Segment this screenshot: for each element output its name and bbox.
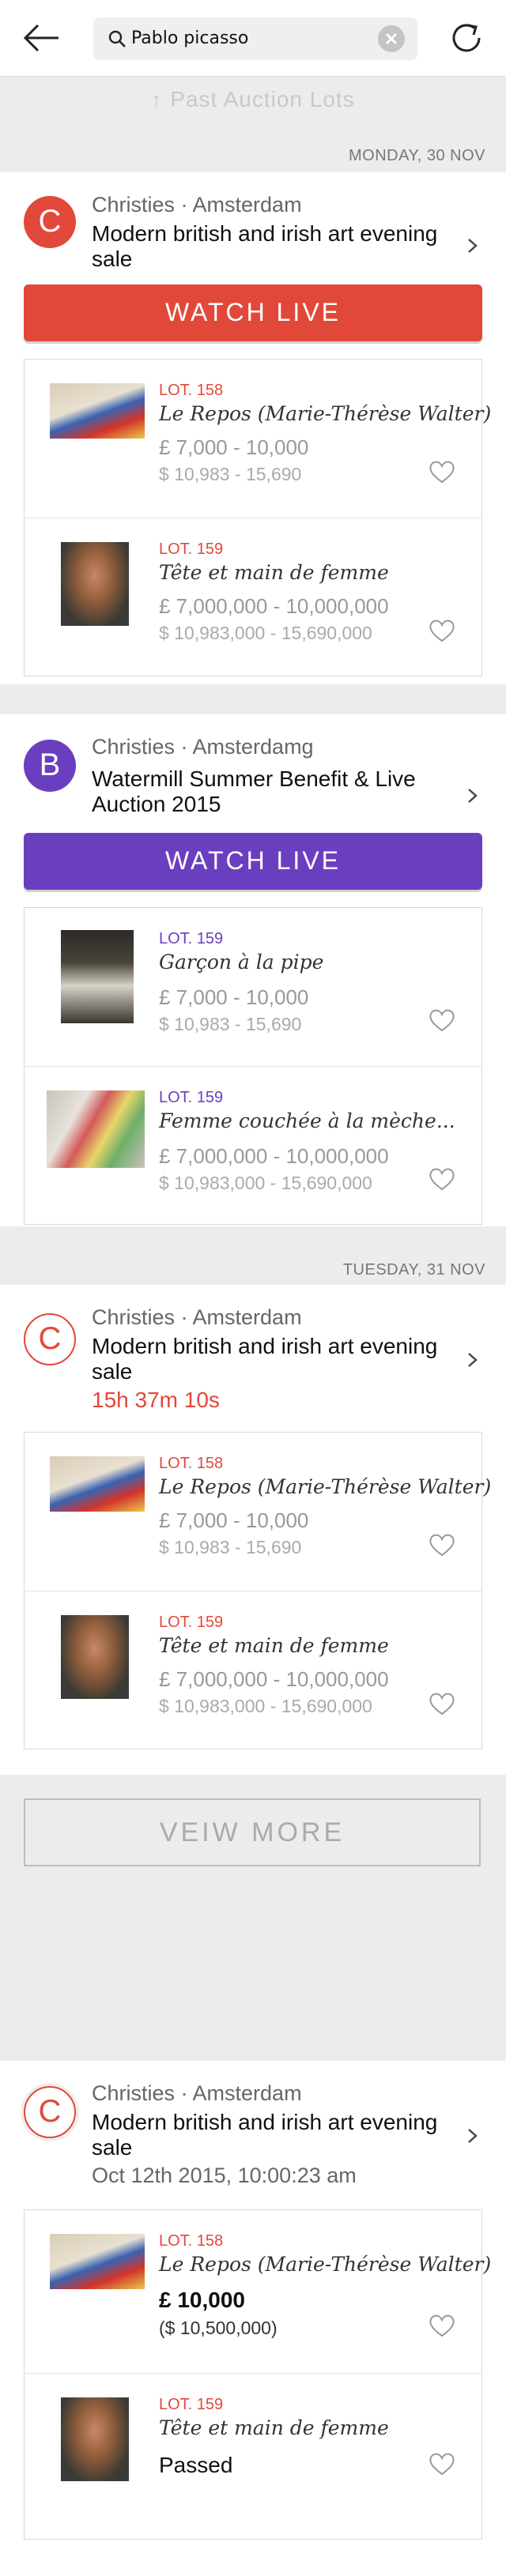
auction-card: C Christies · Amsterdam Modern british a… [0,2061,506,2576]
clear-icon[interactable] [378,25,405,52]
lot-thumbnail [61,542,129,626]
lot-estimate-gbp: £ 7,000 - 10,000 [159,1508,309,1532]
chevron-right-icon[interactable] [463,2127,481,2145]
lot-title: Garçon à la pipe [159,951,324,974]
arrow-up-icon: ↑ [151,88,163,111]
past-auction-lots-link[interactable]: ↑ Past Auction Lots [0,87,506,112]
lot-number: LOT. 158 [159,1455,224,1472]
auction-house: Christies · Amsterdam [92,1305,302,1329]
lot-item[interactable]: LOT. 159 Tête et main de femme £ 7,000,0… [25,518,481,676]
lot-result: Passed [159,2453,233,2477]
lot-sold-price-usd: ($ 10,500,000) [159,2318,278,2338]
refresh-icon[interactable] [447,19,485,57]
lot-thumbnail [50,383,145,439]
lot-thumbnail [50,1456,145,1512]
lot-estimate-gbp: £ 7,000,000 - 10,000,000 [159,1144,389,1168]
lot-list: LOT. 158 Le Repos (Marie-Thérèse Walter)… [24,1432,491,1749]
auction-house-logo: C [24,2086,76,2138]
lot-title: Le Repos (Marie-Thérèse Walter) [159,2253,492,2276]
lot-item[interactable]: LOT. 159 Femme couchée à la mèche... £ 7… [25,1066,481,1225]
auction-title[interactable]: Modern british and irish art evening sal… [92,2110,463,2160]
lot-list: LOT. 158 Le Repos (Marie-Thérèse Walter)… [24,2209,491,2540]
lot-thumbnail [61,930,134,1023]
lot-title: Tête et main de femme [159,1634,389,1657]
lot-title: Femme couchée à la mèche... [159,1109,455,1132]
lot-list: LOT. 158 Le Repos (Marie-Thérèse Walter)… [24,359,491,676]
lot-number: LOT. 159 [159,930,224,947]
view-more-button[interactable]: VEIW MORE [24,1798,481,1866]
lot-item[interactable]: LOT. 159 Tête et main de femme Passed [25,2373,481,2540]
heart-icon[interactable] [428,1691,456,1716]
chevron-right-icon[interactable] [463,237,481,254]
auction-title[interactable]: Modern british and irish art evening sal… [92,1334,463,1384]
date-header: MONDAY, 30 NOV [349,147,485,164]
past-auction-lots-label: Past Auction Lots [170,87,355,111]
lot-number: LOT. 159 [159,540,224,558]
lot-estimate-usd: $ 10,983,000 - 15,690,000 [159,1173,372,1193]
lot-estimate-usd: $ 10,983 - 15,690 [159,1537,302,1557]
lot-number: LOT. 158 [159,382,224,399]
heart-icon[interactable] [428,1007,456,1033]
auction-date: Oct 12th 2015, 10:00:23 am [92,2164,357,2187]
lot-number: LOT. 159 [159,2396,224,2413]
lot-title: Le Repos (Marie-Thérèse Walter) [159,402,492,425]
lot-number: LOT. 158 [159,2232,224,2250]
lot-item[interactable]: LOT. 158 Le Repos (Marie-Thérèse Walter)… [25,360,491,518]
auction-card: C Christies · Amsterdam Modern british a… [0,1285,506,1775]
auction-house-logo: B [24,740,76,792]
top-bar: Pablo picasso [0,0,506,77]
lot-thumbnail [61,1615,129,1699]
lot-thumbnail [47,1090,145,1168]
auction-card: C Christies · Amsterdam Modern british a… [0,172,506,684]
lot-title: Tête et main de femme [159,561,389,584]
lot-estimate-usd: $ 10,983,000 - 15,690,000 [159,623,372,643]
chevron-right-icon[interactable] [463,1351,481,1369]
heart-icon[interactable] [428,1532,456,1557]
lot-estimate-usd: $ 10,983,000 - 15,690,000 [159,1696,372,1716]
lot-title: Le Repos (Marie-Thérèse Walter) [159,1475,492,1498]
auction-house: Christies · Amsterdamg [92,735,314,759]
auction-house-logo: C [24,1313,76,1365]
lot-number: LOT. 159 [159,1614,224,1631]
lot-sold-price: £ 10,000 [159,2288,245,2312]
lot-estimate-gbp: £ 7,000,000 - 10,000,000 [159,594,389,618]
lot-estimate-gbp: £ 7,000 - 10,000 [159,985,309,1009]
date-header: TUESDAY, 31 NOV [342,1261,485,1279]
auction-title[interactable]: Modern british and irish art evening sal… [92,221,463,272]
lot-item[interactable]: LOT. 159 Garçon à la pipe £ 7,000 - 10,0… [25,908,481,1066]
lot-item[interactable]: LOT. 159 Tête et main de femme £ 7,000,0… [25,1591,481,1749]
back-arrow-icon[interactable] [22,22,60,54]
heart-icon[interactable] [428,1166,456,1192]
lot-thumbnail [50,2234,145,2289]
watch-live-button[interactable]: WATCH LIVE [24,284,482,341]
auction-countdown: 15h 37m 10s [92,1388,220,1412]
chevron-right-icon[interactable] [463,787,481,804]
lot-estimate-usd: $ 10,983 - 15,690 [159,464,302,484]
watch-live-button[interactable]: WATCH LIVE [24,833,482,890]
lot-list: LOT. 159 Garçon à la pipe £ 7,000 - 10,0… [24,907,482,1225]
lot-estimate-gbp: £ 7,000 - 10,000 [159,435,309,459]
auction-card: B Christies · Amsterdamg Watermill Summe… [0,714,506,1226]
heart-icon[interactable] [428,2451,456,2476]
auction-house: Christies · Amsterdam [92,2081,302,2105]
search-query[interactable]: Pablo picasso [131,28,248,48]
lot-title: Tête et main de femme [159,2416,389,2439]
lot-item[interactable]: LOT. 158 Le Repos (Marie-Thérèse Walter)… [25,1433,491,1591]
heart-icon[interactable] [428,2313,456,2338]
search-icon [108,30,126,47]
search-field[interactable]: Pablo picasso [93,17,417,60]
lot-number: LOT. 159 [159,1089,224,1106]
auction-house: Christies · Amsterdam [92,193,302,217]
auction-house-logo: C [24,196,76,248]
lot-estimate-gbp: £ 7,000,000 - 10,000,000 [159,1667,389,1691]
lot-thumbnail [61,2397,129,2481]
auction-title[interactable]: Watermill Summer Benefit & Live Auction … [92,766,463,817]
heart-icon[interactable] [428,459,456,484]
lot-estimate-usd: $ 10,983 - 15,690 [159,1014,302,1034]
lot-item[interactable]: LOT. 158 Le Repos (Marie-Thérèse Walter)… [25,2210,491,2373]
heart-icon[interactable] [428,618,456,643]
